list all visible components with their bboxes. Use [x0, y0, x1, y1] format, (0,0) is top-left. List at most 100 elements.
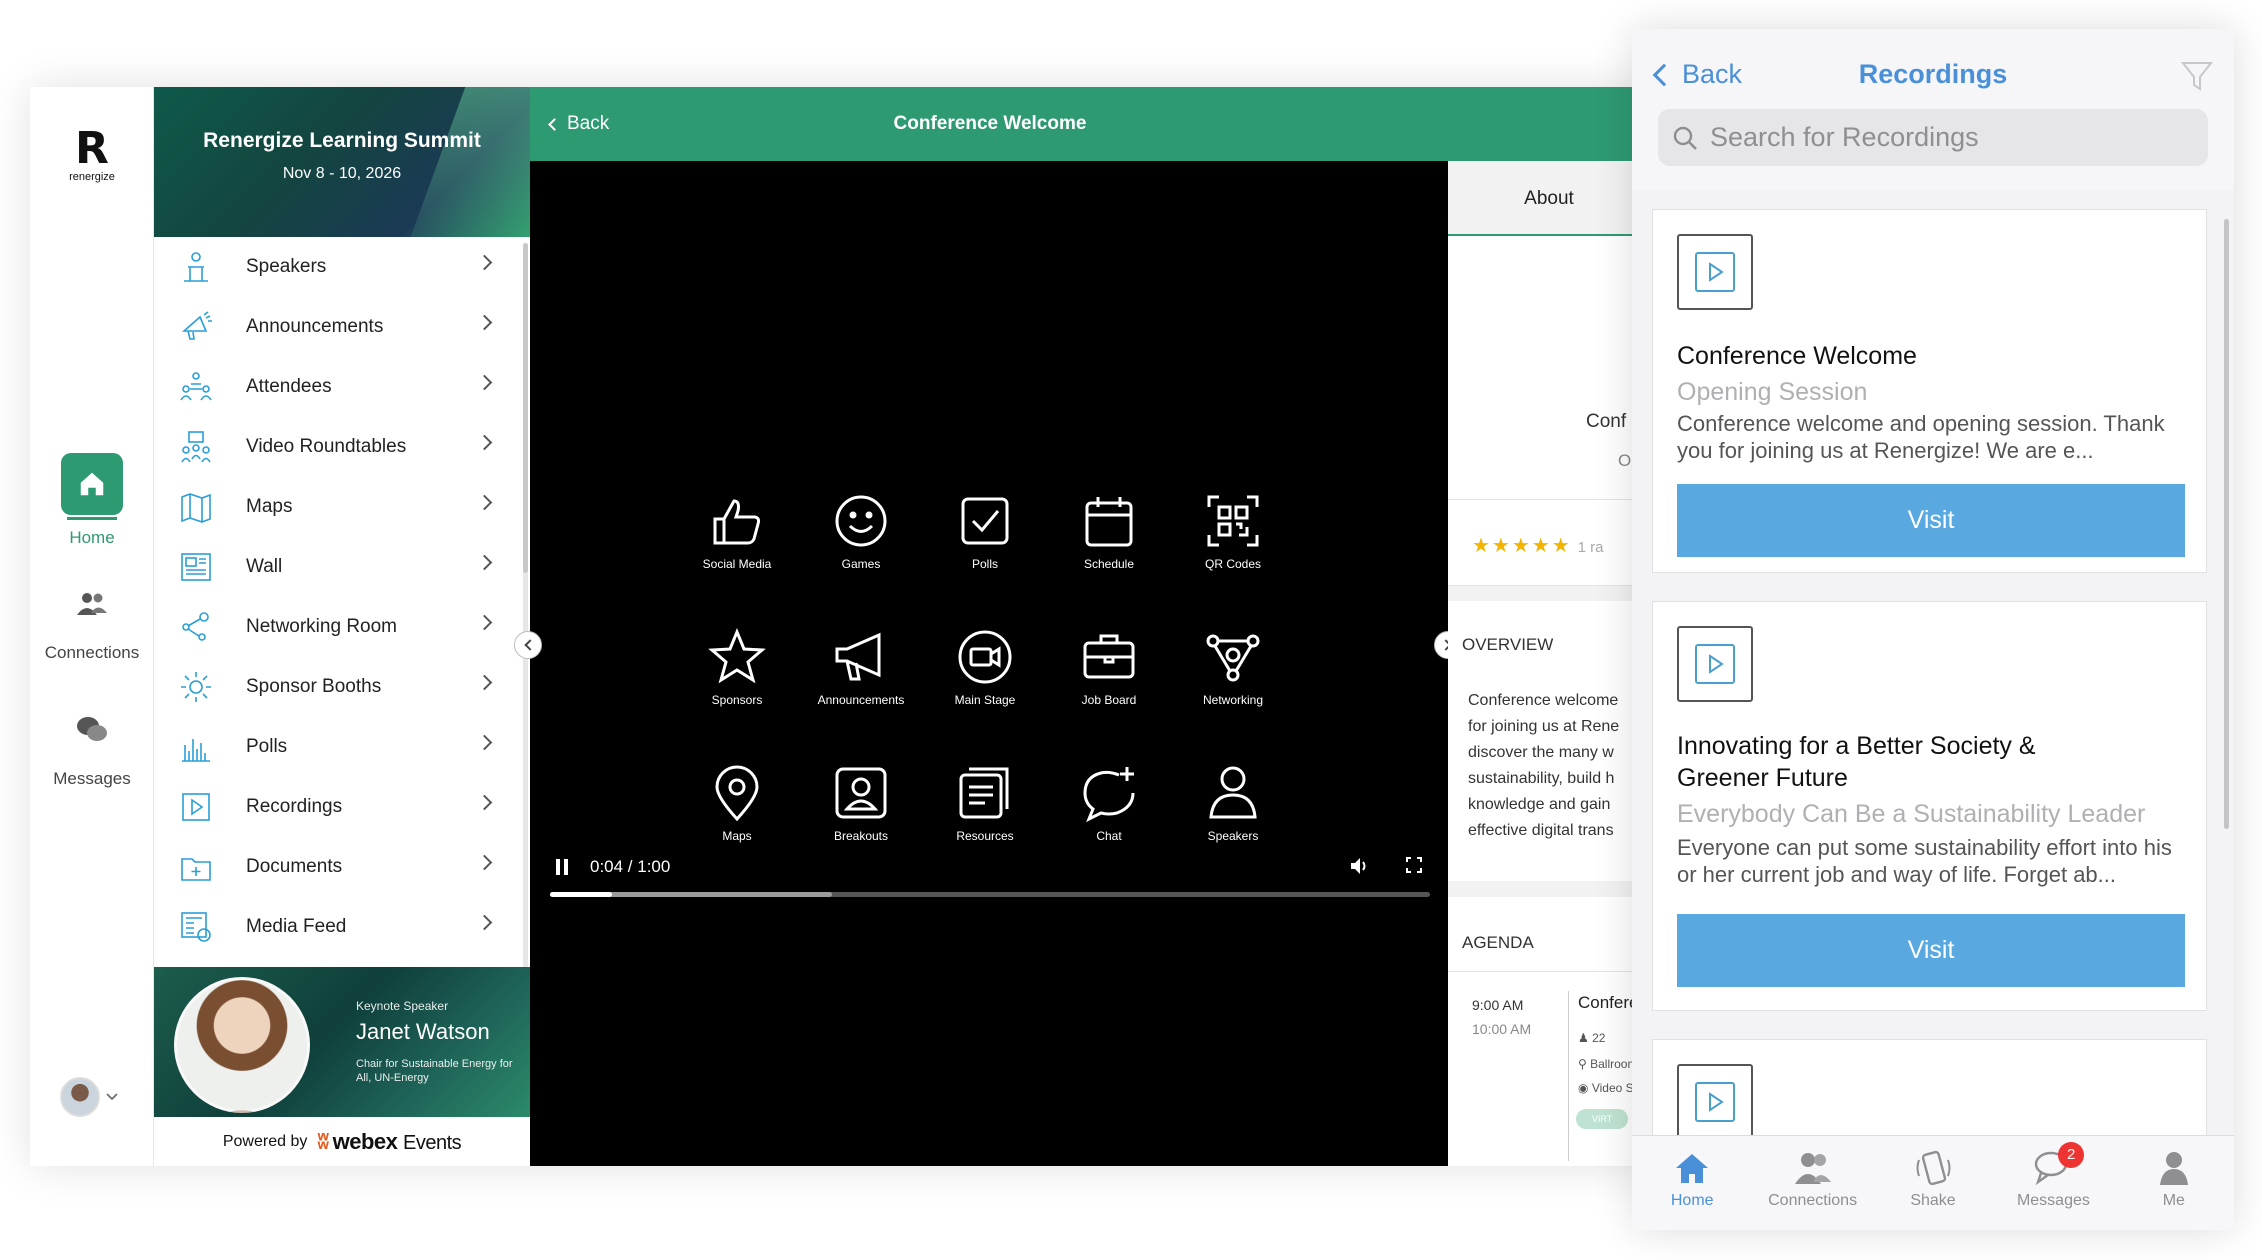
tab-shake[interactable]: Shake [1873, 1136, 1993, 1230]
chevron-right-icon [476, 614, 493, 631]
played-bar [550, 892, 612, 897]
menu-item-speakers[interactable]: Speakers [154, 237, 524, 297]
search-input[interactable] [1710, 122, 2170, 153]
menu-item-wall[interactable]: Wall [154, 537, 524, 597]
tab-me[interactable]: Me [2114, 1136, 2234, 1230]
session-title: Conference Welcome [893, 113, 1087, 134]
chevron-left-icon [524, 639, 536, 651]
roundtable-icon [176, 427, 216, 467]
rail-item-connections[interactable]: Connections [30, 573, 154, 663]
video-player[interactable]: Social Media Games Polls Schedule QR Cod… [530, 161, 1448, 1166]
event-dates: Nov 8 - 10, 2026 [282, 165, 402, 182]
menu-item-label: Speakers [246, 256, 327, 277]
mobile-scrollbar[interactable] [2224, 219, 2229, 829]
left-rail: R renergize Home Connections Messages [30, 87, 154, 1166]
chevron-down-icon [106, 1093, 118, 1101]
agenda-attendee-count: ♟ 22 [1578, 1031, 1606, 1045]
rating-count: 1 ra [1577, 539, 1604, 556]
visit-button[interactable]: Visit [1677, 914, 2185, 987]
recordings-list: Conference Welcome Opening Session Confe… [1632, 189, 2234, 1166]
recording-description: Conference welcome and opening session. … [1677, 411, 2165, 463]
event-title: Renergize Learning Summit [203, 129, 481, 152]
feature-networking: Networking [1171, 627, 1295, 763]
breakout-icon [835, 767, 887, 819]
recording-title: Innovating for a Better Society & Greene… [1677, 732, 2036, 792]
play-icon [1709, 262, 1724, 282]
renergize-logo[interactable]: R renergize [50, 123, 134, 184]
menu-item-attendees[interactable]: Attendees [154, 357, 524, 417]
play-icon [1709, 654, 1724, 674]
menu-item-label: Attendees [246, 376, 332, 397]
recording-thumbnail [1677, 626, 1753, 702]
event-hero-banner: Renergize Learning Summit Nov 8 - 10, 20… [154, 87, 530, 237]
menu-item-maps[interactable]: Maps [154, 477, 524, 537]
tab-about[interactable]: About [1448, 161, 1650, 236]
person-icon [2159, 1152, 2188, 1185]
recordings-search[interactable] [1658, 109, 2208, 166]
menu-item-label: Video Roundtables [246, 436, 407, 457]
recording-thumbnail [1677, 234, 1753, 310]
menu-item-label: Maps [246, 496, 293, 517]
home-icon [1676, 1154, 1709, 1183]
chevron-right-icon [476, 674, 493, 691]
rail-item-messages[interactable]: Messages [30, 699, 154, 789]
tab-home[interactable]: Home [1632, 1136, 1752, 1230]
menu-list: Speakers Announcements Attendees Video R… [154, 237, 524, 1047]
menu-item-label: Media Feed [246, 916, 347, 937]
chevron-right-icon [476, 254, 493, 271]
menu-item-documents[interactable]: Documents [154, 837, 524, 897]
menu-item-announcements[interactable]: Announcements [154, 297, 524, 357]
agenda-item-title[interactable]: Confere [1578, 993, 1638, 1013]
filter-icon[interactable] [2180, 59, 2214, 93]
pause-button[interactable] [556, 859, 568, 875]
volume-button[interactable] [1348, 855, 1370, 877]
menu-item-polls[interactable]: Polls [154, 717, 524, 777]
webex-events-logo: ʬ webex Events [317, 1129, 462, 1154]
tab-connections[interactable]: Connections [1752, 1136, 1872, 1230]
mobile-tab-bar: Home Connections Shake Messages 2 Me [1632, 1135, 2234, 1230]
recording-card[interactable]: Innovating for a Better Society & Greene… [1652, 601, 2207, 1011]
person-icon [1209, 766, 1257, 819]
agenda-time: 9:00 AM 10:00 AM [1472, 997, 1532, 1037]
menu-item-label: Recordings [246, 796, 343, 817]
menu-item-label: Polls [246, 736, 288, 757]
megaphone-icon [835, 632, 881, 681]
session-name-partial: Conf [1586, 411, 1627, 432]
home-icon [61, 453, 123, 515]
video-progress-bar[interactable] [550, 892, 1430, 897]
session-subtitle-partial: O [1618, 451, 1632, 470]
feature-icon-grid: Social Media Games Polls Schedule QR Cod… [675, 491, 1295, 899]
rail-item-home[interactable]: Home [30, 453, 154, 548]
menu-item-recordings[interactable]: Recordings [154, 777, 524, 837]
resources-icon [959, 767, 1009, 819]
virtual-pill: VIRT [1576, 1109, 1628, 1129]
calendar-icon [1085, 497, 1133, 547]
fullscreen-button[interactable] [1406, 857, 1422, 873]
rating-stars[interactable]: ★★★★★ 1 ra [1472, 533, 1604, 558]
menu-item-sponsor-booths[interactable]: Sponsor Booths [154, 657, 524, 717]
session-details-panel: About Conf O ★★★★★ 1 ra OVERVIEW Conferen… [1448, 161, 1650, 1166]
menu-item-networking-room[interactable]: Networking Room [154, 597, 524, 657]
checkbox-icon [961, 497, 1009, 545]
overview-text: Conference welcome for joining us at Ren… [1468, 692, 1620, 839]
logo-mark-icon: R [75, 123, 109, 174]
chevron-right-icon [476, 734, 493, 751]
messages-badge: 2 [2058, 1142, 2085, 1168]
mobile-title: Recordings [1858, 59, 2008, 89]
smiley-icon [835, 495, 887, 547]
visit-button[interactable]: Visit [1677, 484, 2185, 557]
user-avatar-menu[interactable] [60, 1077, 118, 1117]
chevron-right-icon [476, 374, 493, 391]
chevron-right-icon [476, 434, 493, 451]
recording-subtitle: Opening Session [1677, 378, 1868, 406]
play-icon [176, 787, 216, 827]
play-icon [1709, 1092, 1724, 1112]
menu-item-video-roundtables[interactable]: Video Roundtables [154, 417, 524, 477]
recording-card[interactable]: Conference Welcome Opening Session Confe… [1652, 209, 2207, 573]
menu-item-media-feed[interactable]: Media Feed [154, 897, 524, 957]
qr-code-icon [1207, 495, 1259, 547]
tab-messages[interactable]: Messages 2 [1993, 1136, 2113, 1230]
chevron-right-icon [476, 794, 493, 811]
collapse-menu-button[interactable] [514, 631, 542, 659]
keynote-speaker-banner[interactable]: Keynote Speaker Janet Watson Chair for S… [154, 967, 530, 1117]
